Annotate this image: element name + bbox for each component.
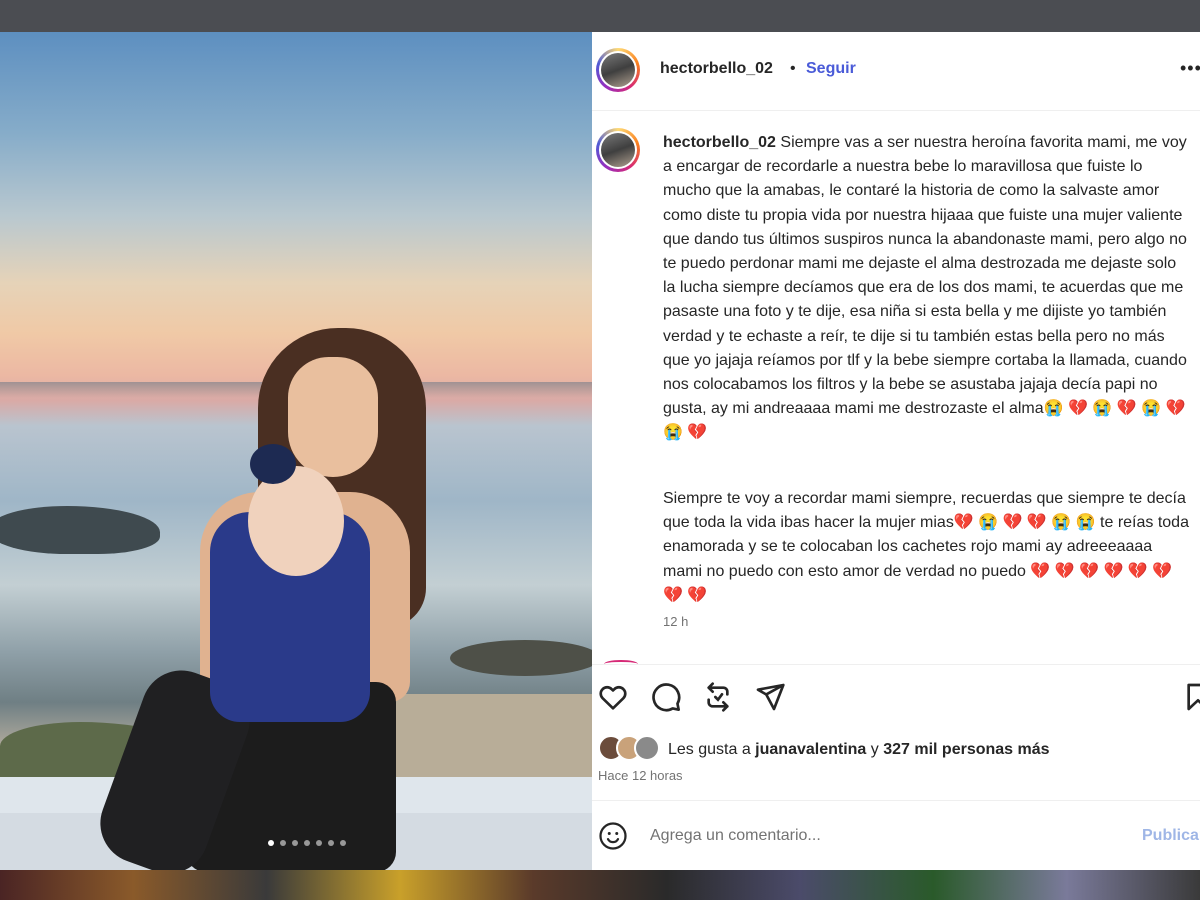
likes-count[interactable]: 327 mil personas más <box>883 741 1049 758</box>
comment-bar: Agrega un comentario... Publicar <box>592 800 1200 871</box>
photo-beach <box>370 694 592 784</box>
carousel-dot[interactable] <box>316 840 322 846</box>
caption-paragraph-2: Siempre te voy a recordar mami siempre, … <box>663 490 1189 604</box>
carousel-dot[interactable] <box>340 840 346 846</box>
photo-rock-right <box>450 640 592 676</box>
heart-icon[interactable] <box>597 681 629 713</box>
caption-username[interactable]: hectorbello_02 <box>663 134 776 151</box>
background-thumbnails-strip <box>0 870 1200 900</box>
caption-timestamp: 12 h <box>663 614 689 629</box>
header-username[interactable]: hectorbello_02 <box>660 60 773 78</box>
likes-user[interactable]: juanavalentina <box>755 741 866 758</box>
post-header: hectorbello_02 • Seguir ••• <box>592 32 1200 111</box>
repost-icon[interactable] <box>702 681 734 713</box>
avatar-image <box>601 133 635 167</box>
browser-top-bar <box>0 0 1200 32</box>
carousel-dot[interactable] <box>304 840 310 846</box>
carousel-dot[interactable] <box>268 840 274 846</box>
likes-mid: y <box>866 741 884 758</box>
send-icon[interactable] <box>754 681 786 713</box>
liker-avatar <box>634 735 660 761</box>
liked-by-avatars[interactable] <box>598 735 660 761</box>
bookmark-icon[interactable] <box>1182 681 1200 713</box>
photo-baby-bow <box>250 444 296 484</box>
carousel-dot[interactable] <box>292 840 298 846</box>
post-time-ago: Hace 12 horas <box>598 768 683 783</box>
action-bar: Les gusta a juanavalentina y 327 mil per… <box>592 664 1200 801</box>
publish-button[interactable]: Publicar <box>1142 827 1200 845</box>
post-side-panel: hectorbello_02 • Seguir ••• hectorbello_… <box>592 32 1200 870</box>
caption-avatar[interactable] <box>596 128 640 172</box>
emoji-icon[interactable] <box>598 821 628 851</box>
carousel-dot[interactable] <box>280 840 286 846</box>
likes-summary[interactable]: Les gusta a juanavalentina y 327 mil per… <box>668 741 1050 759</box>
more-options-icon[interactable]: ••• <box>1180 58 1200 79</box>
photo-baby-head <box>248 466 344 576</box>
header-avatar[interactable] <box>596 48 640 92</box>
avatar-image <box>601 53 635 87</box>
comment-input[interactable]: Agrega un comentario... <box>650 827 821 845</box>
follow-button[interactable]: Seguir <box>806 60 856 78</box>
photo-rock <box>0 506 160 554</box>
carousel-dots[interactable] <box>268 840 346 846</box>
photo-woman-face <box>288 357 378 477</box>
comment-icon[interactable] <box>650 681 682 713</box>
post-photo[interactable] <box>0 32 592 870</box>
caption-text: hectorbello_02 Siempre vas a ser nuestra… <box>663 131 1193 446</box>
header-separator: • <box>790 60 796 77</box>
likes-prefix: Les gusta a <box>668 741 756 758</box>
carousel-dot[interactable] <box>328 840 334 846</box>
caption-body: Siempre vas a ser nuestra heroína favori… <box>663 134 1187 442</box>
